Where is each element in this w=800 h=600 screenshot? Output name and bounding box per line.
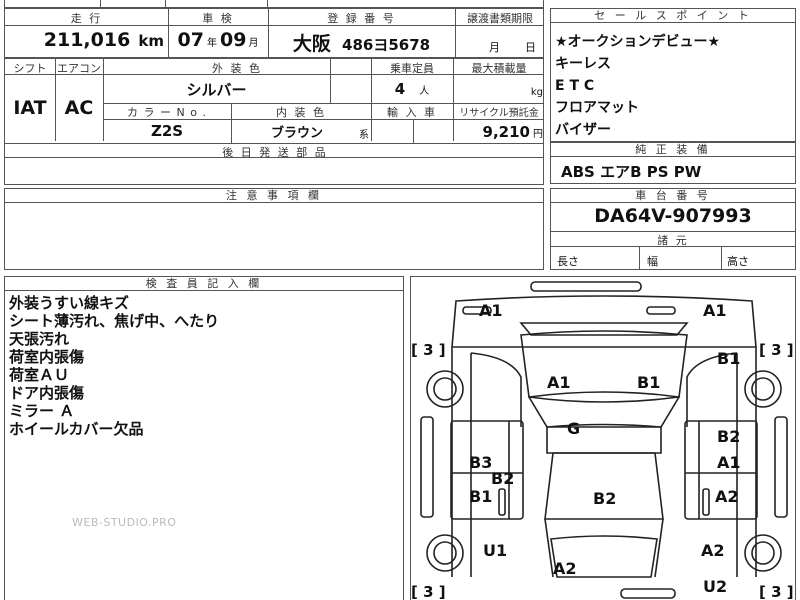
equipment-value: ABS エアB PS PW	[561, 163, 702, 181]
inspector-note: ドア内張傷	[9, 384, 85, 402]
shaken-header: 車 検	[202, 12, 234, 25]
damage-mark: U2	[703, 577, 728, 596]
damage-mark: B1	[469, 487, 493, 506]
damage-mark: A2	[701, 541, 725, 560]
exterior-color-header: 外 装 色	[212, 62, 262, 75]
equipment-panel: 純 正 装 備 ABS エアB PS PW	[550, 142, 796, 184]
inspector-note: シート薄汚れ、焦げ中、へたり	[9, 312, 220, 330]
max-load-header: 最大積載量	[471, 62, 527, 75]
transfer-deadline-header: 譲渡書類期限	[467, 12, 533, 25]
watermark: WEB-STUDIO.PRO	[72, 516, 177, 529]
inspector-notes-panel: 検 査 員 記 入 欄 外装うすい線キズ シート薄汚れ、焦げ中、へたり 天張汚れ…	[4, 276, 404, 600]
chassis-header: 車 台 番 号	[551, 189, 795, 203]
sales-points-panel: セ ー ル ス ポ イ ン ト ★オークションデビュー★ キーレス E T C …	[550, 8, 796, 142]
damage-mark: A1	[479, 301, 503, 320]
tire-tread-rear-left: [ 3 ]	[411, 583, 446, 600]
damage-mark: A1	[703, 301, 727, 320]
recycle-fee-header: リサイクル預託金	[459, 108, 539, 119]
tire-tread-front-left: [ 3 ]	[411, 341, 446, 359]
import-header: 輸 入 車	[387, 106, 437, 119]
length-label: 長さ	[557, 255, 579, 268]
color-no-value: Z2S	[150, 122, 184, 140]
shift-header: シフト	[13, 62, 47, 75]
inspector-notes-list: 外装うすい線キズ シート薄汚れ、焦げ中、へたり 天張汚れ 荷室内張傷 荷室ＡＵ …	[9, 294, 219, 438]
shaken-value: 07 年 09 月	[177, 29, 259, 51]
capacity-value: 4人	[394, 80, 430, 98]
tire-tread-rear-right: [ 3 ]	[759, 583, 794, 600]
mileage-header: 走 行	[70, 12, 103, 25]
max-load-unit: kg	[530, 87, 543, 98]
inspector-note: ホイールカバー欠品	[9, 420, 144, 438]
color-no-header: カ ラ ー N o .	[127, 106, 207, 119]
sales-point-item: E T C	[555, 78, 595, 94]
chassis-panel: 車 台 番 号 DA64V-907993 諸 元 長さ 幅 高さ	[550, 188, 796, 270]
inspector-note: 荷室ＡＵ	[9, 366, 70, 384]
damage-mark: G	[567, 419, 581, 438]
damage-mark: B2	[491, 469, 515, 488]
damage-mark: B2	[593, 489, 617, 508]
registration-header: 登 録 番 号	[327, 12, 396, 25]
sales-point-item: キーレス	[555, 56, 611, 72]
damage-mark: A2	[553, 559, 577, 578]
sales-points-list: ★オークションデビュー★ キーレス E T C フロアマット バイザー	[555, 31, 720, 141]
caution-header: 注 意 事 項 欄	[5, 189, 543, 203]
sales-points-header: セ ー ル ス ポ イ ン ト	[551, 9, 795, 23]
caution-panel: 注 意 事 項 欄	[4, 188, 544, 270]
vehicle-info-grid: 走 行 車 検 登 録 番 号 譲渡書類期限 211,016 km 07 年 09 月…	[4, 8, 544, 58]
damage-mark: A1	[547, 373, 571, 392]
damage-mark: B2	[717, 427, 741, 446]
top-header-strip	[4, 0, 544, 8]
inspector-note: 荷室内張傷	[9, 348, 85, 366]
capacity-header: 乗車定員	[390, 62, 434, 75]
recycle-fee-value: 9,210 円	[482, 123, 543, 141]
inspector-note: 天張汚れ	[9, 330, 70, 348]
inspector-note: ミラー Ａ	[9, 402, 75, 420]
damage-mark: U1	[483, 541, 508, 560]
inspector-note: 外装うすい線キズ	[9, 294, 130, 312]
spec-grid: シフト エアコン 外 装 色 乗車定員 最大積載量 IAT AC シルバー 4人…	[4, 58, 544, 185]
damage-diagram-panel: [ 3 ] [ 3 ] [ 3 ] [ 3 ] A1 A1 A1 B1 B1 G…	[410, 276, 796, 600]
aircon-header: エアコン	[57, 62, 101, 75]
damage-mark: B1	[637, 373, 661, 392]
aircon-value: AC	[64, 97, 94, 119]
damage-mark: B3	[469, 453, 493, 472]
width-label: 幅	[647, 255, 658, 268]
later-parts-header: 後 日 発 送 部 品	[222, 146, 328, 159]
chassis-number: DA64V-907993	[594, 205, 752, 227]
registration-value: 大阪 486ヨ5678	[292, 33, 431, 55]
inspector-notes-header: 検 査 員 記 入 欄	[5, 277, 403, 291]
tire-tread-front-right: [ 3 ]	[759, 341, 794, 359]
exterior-color-value: シルバー	[186, 81, 247, 99]
mileage-value: 211,016 km	[43, 29, 164, 51]
equipment-header: 純 正 装 備	[551, 143, 795, 157]
height-label: 高さ	[727, 255, 749, 268]
damage-mark: A1	[717, 453, 741, 472]
damage-mark: A2	[715, 487, 739, 506]
sales-point-item: バイザー	[555, 122, 611, 138]
interior-color-header: 内 装 色	[276, 106, 326, 119]
damage-mark: B1	[717, 349, 741, 368]
sales-point-item: ★オークションデビュー★	[555, 34, 721, 50]
sales-point-item: フロアマット	[555, 100, 639, 116]
shift-value: IAT	[13, 97, 47, 119]
